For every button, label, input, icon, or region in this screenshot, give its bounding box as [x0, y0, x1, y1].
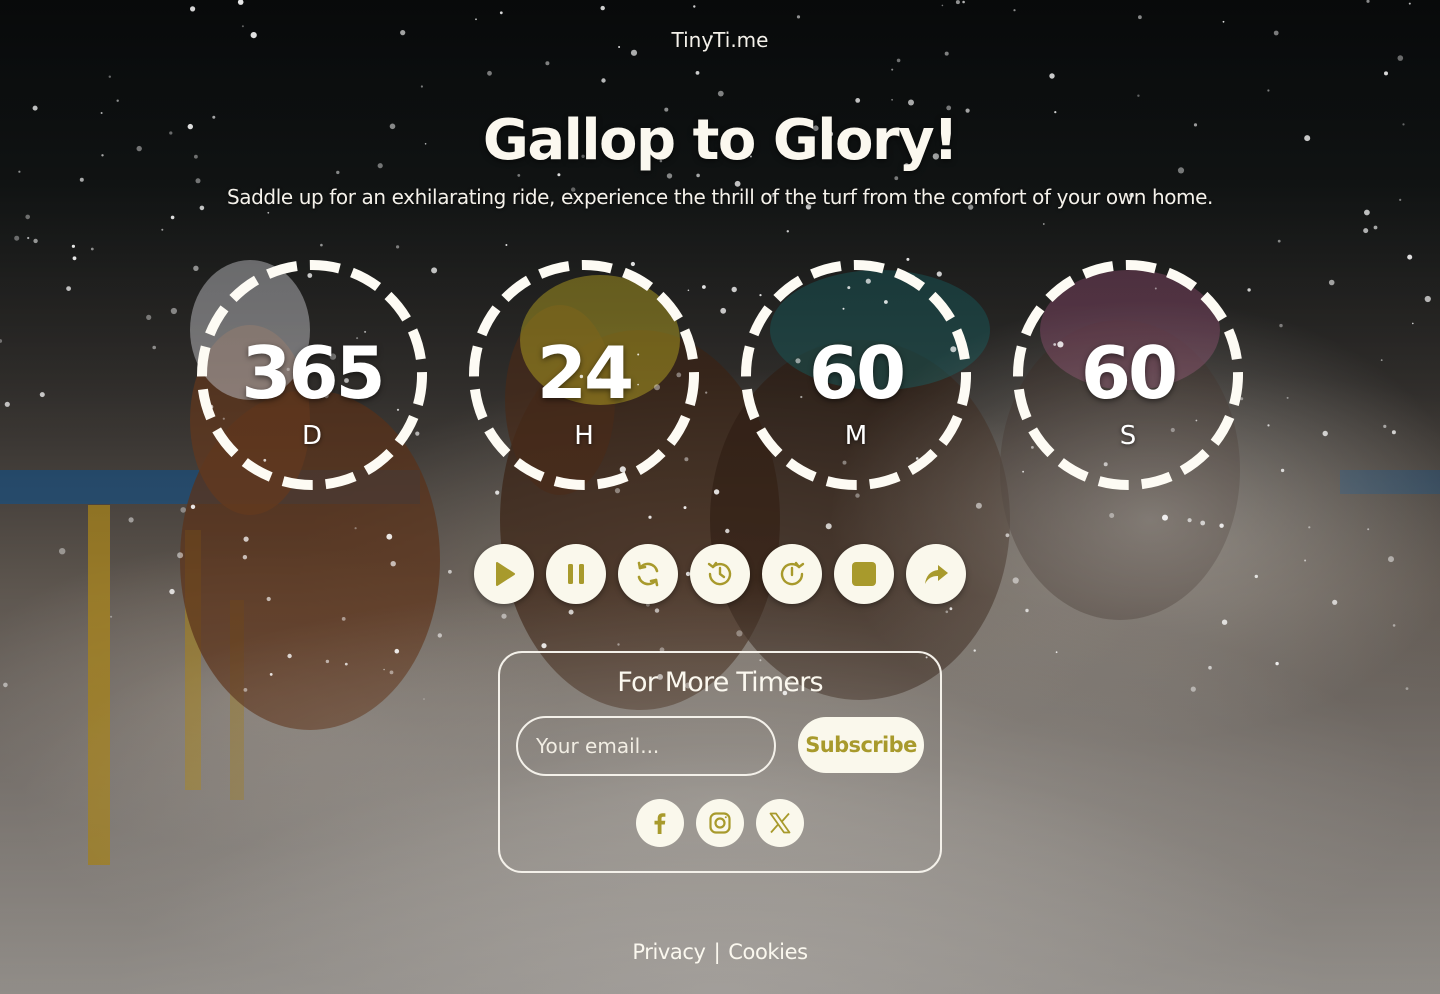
subscribe-panel: For More Timers Subscribe: [498, 651, 942, 873]
refresh-icon: [637, 561, 659, 587]
privacy-link[interactable]: Privacy: [632, 940, 706, 964]
countdown-minutes: 60 M: [736, 255, 976, 495]
pause-icon: [568, 564, 584, 584]
cookies-link[interactable]: Cookies: [728, 940, 808, 964]
minutes-label: M: [844, 421, 868, 451]
timer-reset-icon: [780, 561, 805, 586]
countdown-days: 365 D: [192, 255, 432, 495]
brand-logo[interactable]: TinyTi.me: [0, 28, 1440, 52]
x-icon: [769, 812, 791, 834]
countdown-seconds: 60 S: [1008, 255, 1248, 495]
footer-separator: |: [713, 940, 721, 964]
subscribe-title: For More Timers: [617, 667, 823, 698]
instagram-icon: [709, 812, 731, 834]
hours-value: 24: [536, 331, 634, 415]
stop-button[interactable]: [834, 544, 894, 604]
countdown-hours: 24 H: [464, 255, 704, 495]
days-label: D: [301, 421, 323, 451]
hours-label: H: [574, 421, 594, 451]
email-input[interactable]: [516, 716, 776, 776]
facebook-icon: [654, 813, 666, 834]
history-icon: [707, 561, 732, 586]
social-links: [500, 799, 940, 847]
share-button[interactable]: [906, 544, 966, 604]
facebook-link[interactable]: [636, 799, 684, 847]
stop-icon: [852, 562, 876, 586]
x-link[interactable]: [756, 799, 804, 847]
timer-controls: [474, 544, 966, 604]
page-subtitle: Saddle up for an exhilarating ride, expe…: [226, 185, 1214, 209]
timer-reset-button[interactable]: [762, 544, 822, 604]
minutes-value: 60: [808, 331, 906, 415]
play-icon: [496, 562, 515, 586]
share-icon: [925, 565, 948, 584]
subscribe-button[interactable]: Subscribe: [798, 717, 924, 773]
history-button[interactable]: [690, 544, 750, 604]
footer-links: Privacy | Cookies: [0, 940, 1440, 964]
seconds-value: 60: [1080, 331, 1178, 415]
pause-button[interactable]: [546, 544, 606, 604]
seconds-label: S: [1119, 421, 1137, 451]
days-value: 365: [241, 331, 385, 415]
refresh-button[interactable]: [618, 544, 678, 604]
page-title: Gallop to Glory!: [482, 108, 959, 173]
instagram-link[interactable]: [696, 799, 744, 847]
play-button[interactable]: [474, 544, 534, 604]
